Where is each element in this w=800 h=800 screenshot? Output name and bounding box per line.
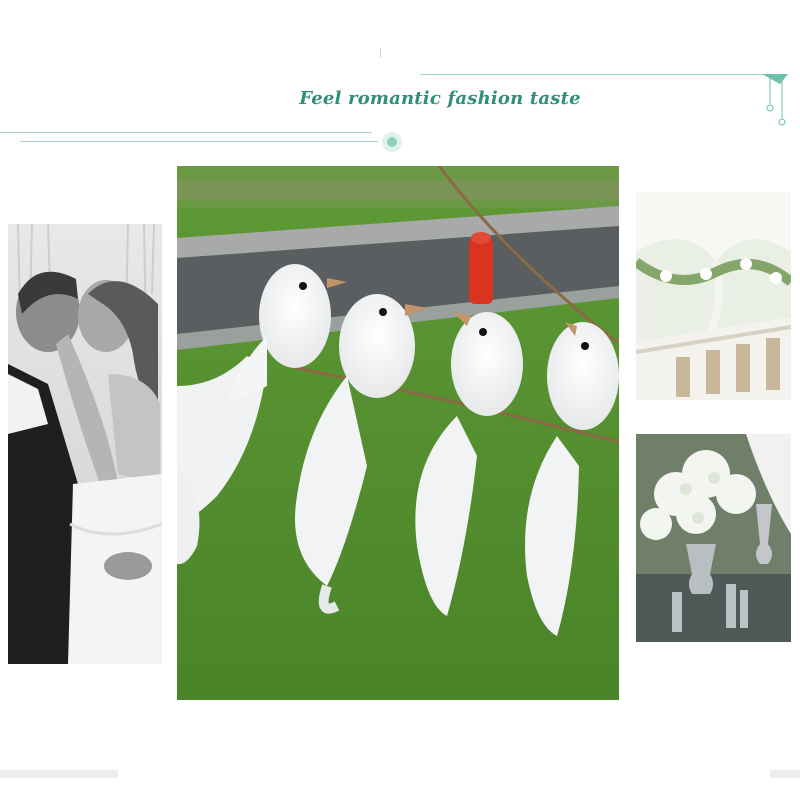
footer-divider [0, 770, 800, 778]
doves-on-branch-photo [177, 166, 619, 700]
wedding-couple-photo [8, 224, 162, 664]
decorative-line-top [420, 74, 780, 75]
tagline: Feel romantic fashion taste [299, 88, 581, 109]
decorative-tick [380, 48, 381, 58]
header: Feel romantic fashion taste [0, 0, 800, 160]
wedding-reception-photo [636, 192, 791, 400]
circle-ornament-icon [382, 132, 402, 152]
decorative-line-left-2 [20, 141, 378, 142]
flower-centerpiece-photo [636, 434, 791, 642]
decorative-line-left-1 [0, 132, 372, 133]
